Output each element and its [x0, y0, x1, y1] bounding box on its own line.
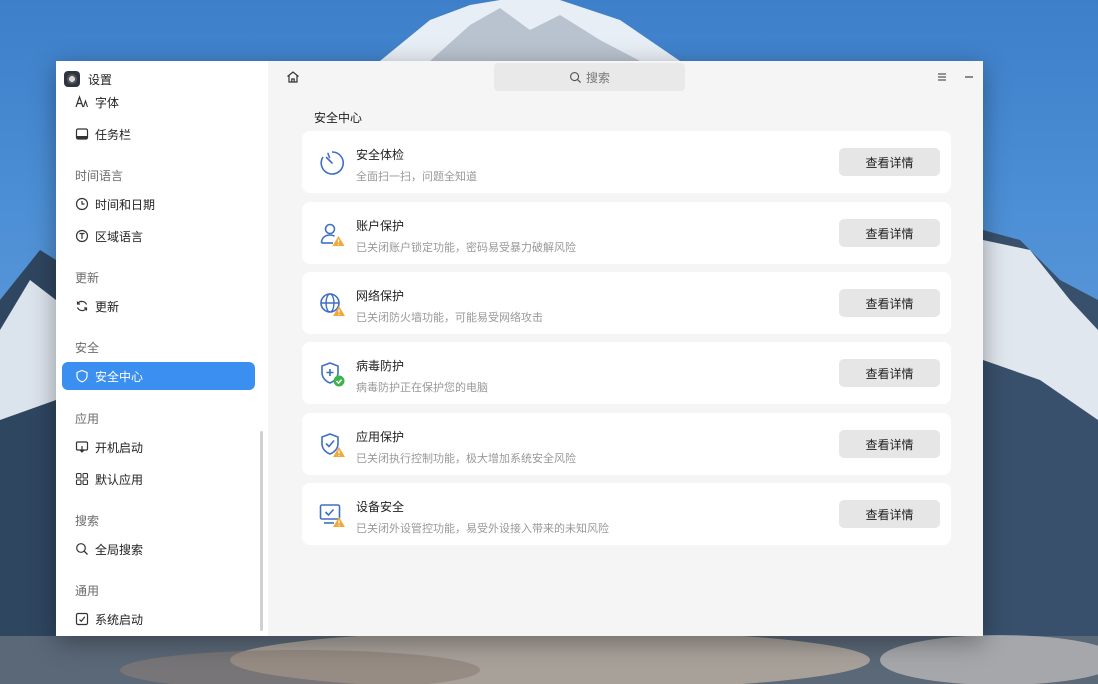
card-description: 病毒防护正在保护您的电脑: [356, 381, 488, 394]
card-account-protection: 账户保护 已关闭账户锁定功能，密码易受暴力破解风险 查看详情: [302, 202, 951, 264]
menu-button[interactable]: [934, 69, 950, 85]
card-security-check: 安全体检 全面扫一扫，问题全知道 查看详情: [302, 131, 951, 193]
scan-icon: [318, 149, 346, 177]
search-input[interactable]: 搜索: [494, 63, 685, 91]
card-title: 安全体检: [356, 148, 405, 162]
globe-warning-icon: [318, 290, 346, 318]
sidebar-item-label: 区域语言: [95, 229, 144, 244]
app-shield-warning-icon: [318, 431, 346, 459]
sidebar-item-label: 全局搜索: [95, 542, 144, 557]
sidebar-scrollbar[interactable]: [260, 431, 263, 631]
app-title-row: 设置: [64, 69, 112, 89]
section-search: 搜索: [75, 514, 100, 528]
section-security: 安全: [75, 341, 100, 355]
card-description: 已关闭外设管控功能，易受外设接入带来的未知风险: [356, 522, 609, 535]
card-network-protection: 网络保护 已关闭防火墙功能，可能易受网络攻击 查看详情: [302, 272, 951, 334]
sidebar-item-label: 任务栏: [95, 127, 132, 142]
apps-grid-icon: [75, 472, 89, 486]
shield-check-icon: [318, 360, 346, 388]
section-apps: 应用: [75, 412, 100, 426]
card-device-security: 设备安全 已关闭外设管控功能，易受外设接入带来的未知风险 查看详情: [302, 483, 951, 545]
card-title: 设备安全: [356, 500, 405, 514]
sidebar-item-label: 字体: [95, 95, 120, 110]
language-icon: [75, 229, 89, 243]
app-title: 设置: [88, 72, 113, 87]
boot-icon: [75, 612, 89, 626]
sidebar-item-label: 更新: [95, 299, 120, 314]
sidebar-item-label: 系统启动: [95, 612, 144, 627]
card-title: 网络保护: [356, 289, 405, 303]
card-title: 账户保护: [356, 219, 405, 233]
section-update: 更新: [75, 271, 100, 285]
taskbar-icon: [75, 127, 89, 141]
hamburger-menu-icon: [938, 73, 946, 81]
minimize-button[interactable]: [961, 69, 977, 85]
view-details-button[interactable]: 查看详情: [839, 430, 940, 458]
user-warning-icon: [318, 220, 346, 248]
card-description: 已关闭防火墙功能，可能易受网络攻击: [356, 311, 543, 324]
card-description: 已关闭执行控制功能，极大增加系统安全风险: [356, 452, 576, 465]
search-icon: [570, 71, 582, 83]
view-details-button[interactable]: 查看详情: [839, 219, 940, 247]
view-details-button[interactable]: 查看详情: [839, 359, 940, 387]
sidebar-item-security-center[interactable]: 安全中心: [62, 362, 255, 390]
card-virus-protection: 病毒防护 病毒防护正在保护您的电脑 查看详情: [302, 342, 951, 404]
sidebar-item-system-boot[interactable]: 系统启动: [62, 605, 255, 633]
sidebar-item-startup[interactable]: 开机启动: [62, 433, 255, 461]
home-button[interactable]: [285, 69, 301, 85]
search-placeholder: 搜索: [585, 70, 610, 85]
sidebar-item-label: 开机启动: [95, 440, 144, 455]
settings-window: 设置 字体 任务栏 时间语言 时间和日期 区域语言 更新 更新 安全 安全中心 …: [56, 61, 983, 636]
title-bar: 搜索: [268, 61, 983, 93]
sidebar-item-default-apps[interactable]: 默认应用: [62, 465, 255, 493]
card-description: 已关闭账户锁定功能，密码易受暴力破解风险: [356, 241, 576, 254]
startup-icon: [75, 440, 89, 454]
card-description: 全面扫一扫，问题全知道: [356, 170, 477, 183]
sidebar-item-label: 时间和日期: [95, 197, 156, 212]
card-title: 应用保护: [356, 430, 405, 444]
sidebar: 设置 字体 任务栏 时间语言 时间和日期 区域语言 更新 更新 安全 安全中心 …: [56, 61, 268, 636]
sidebar-item-datetime[interactable]: 时间和日期: [62, 190, 255, 218]
card-app-protection: 应用保护 已关闭执行控制功能，极大增加系统安全风险 查看详情: [302, 413, 951, 475]
sidebar-item-global-search[interactable]: 全局搜索: [62, 535, 255, 563]
search-icon: [75, 542, 89, 556]
card-title: 病毒防护: [356, 359, 405, 373]
font-icon: [75, 95, 89, 109]
sidebar-item-update[interactable]: 更新: [62, 292, 255, 320]
monitor-warning-icon: [318, 501, 346, 529]
minimize-icon: [965, 76, 973, 78]
sidebar-item-font[interactable]: 字体: [62, 88, 255, 116]
view-details-button[interactable]: 查看详情: [839, 500, 940, 528]
view-details-button[interactable]: 查看详情: [839, 148, 940, 176]
sidebar-item-label: 安全中心: [95, 369, 144, 384]
clock-icon: [75, 197, 89, 211]
sidebar-item-label: 默认应用: [95, 472, 144, 487]
sidebar-item-region-language[interactable]: 区域语言: [62, 222, 255, 250]
page-title: 安全中心: [314, 111, 363, 125]
sidebar-item-taskbar[interactable]: 任务栏: [62, 120, 255, 148]
view-details-button[interactable]: 查看详情: [839, 289, 940, 317]
section-general: 通用: [75, 584, 100, 598]
home-icon: [287, 71, 299, 83]
refresh-icon: [75, 299, 89, 313]
shield-icon: [75, 369, 89, 383]
section-time-language: 时间语言: [75, 169, 124, 183]
settings-app-icon: [64, 71, 80, 87]
